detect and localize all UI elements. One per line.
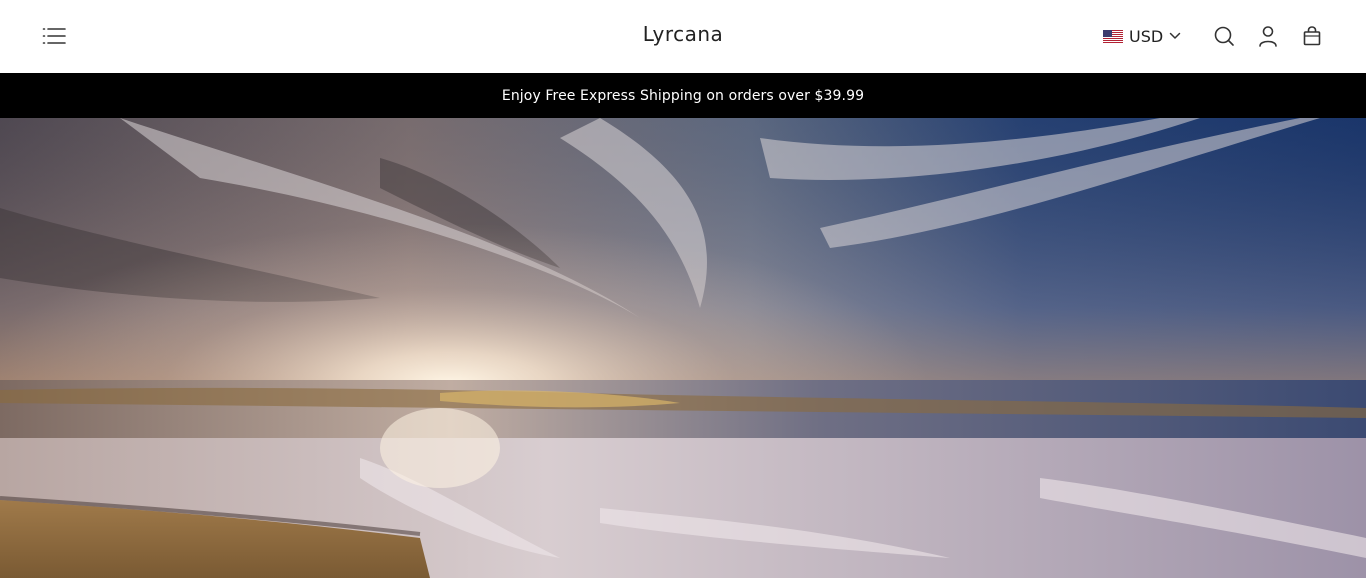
search-button[interactable]: [1213, 25, 1235, 47]
announcement-text: Enjoy Free Express Shipping on orders ov…: [501, 87, 865, 104]
search-icon: [1214, 26, 1234, 46]
account-icon: [1259, 26, 1277, 47]
currency-selector[interactable]: USD: [1103, 25, 1181, 47]
cart-icon: [1303, 26, 1321, 46]
hero-beach-image: [0, 118, 1366, 578]
hero-banner[interactable]: [0, 118, 1366, 578]
account-button[interactable]: [1257, 25, 1279, 47]
currency-code: USD: [1129, 26, 1164, 46]
site-header: Lyrcana USD: [0, 0, 1366, 73]
brand-logo[interactable]: Lyrcana: [643, 22, 724, 46]
us-flag-icon: [1103, 29, 1123, 43]
chevron-down-icon: [1169, 32, 1181, 39]
announcement-bar: Enjoy Free Express Shipping on orders ov…: [0, 73, 1366, 118]
cart-button[interactable]: [1301, 25, 1323, 47]
